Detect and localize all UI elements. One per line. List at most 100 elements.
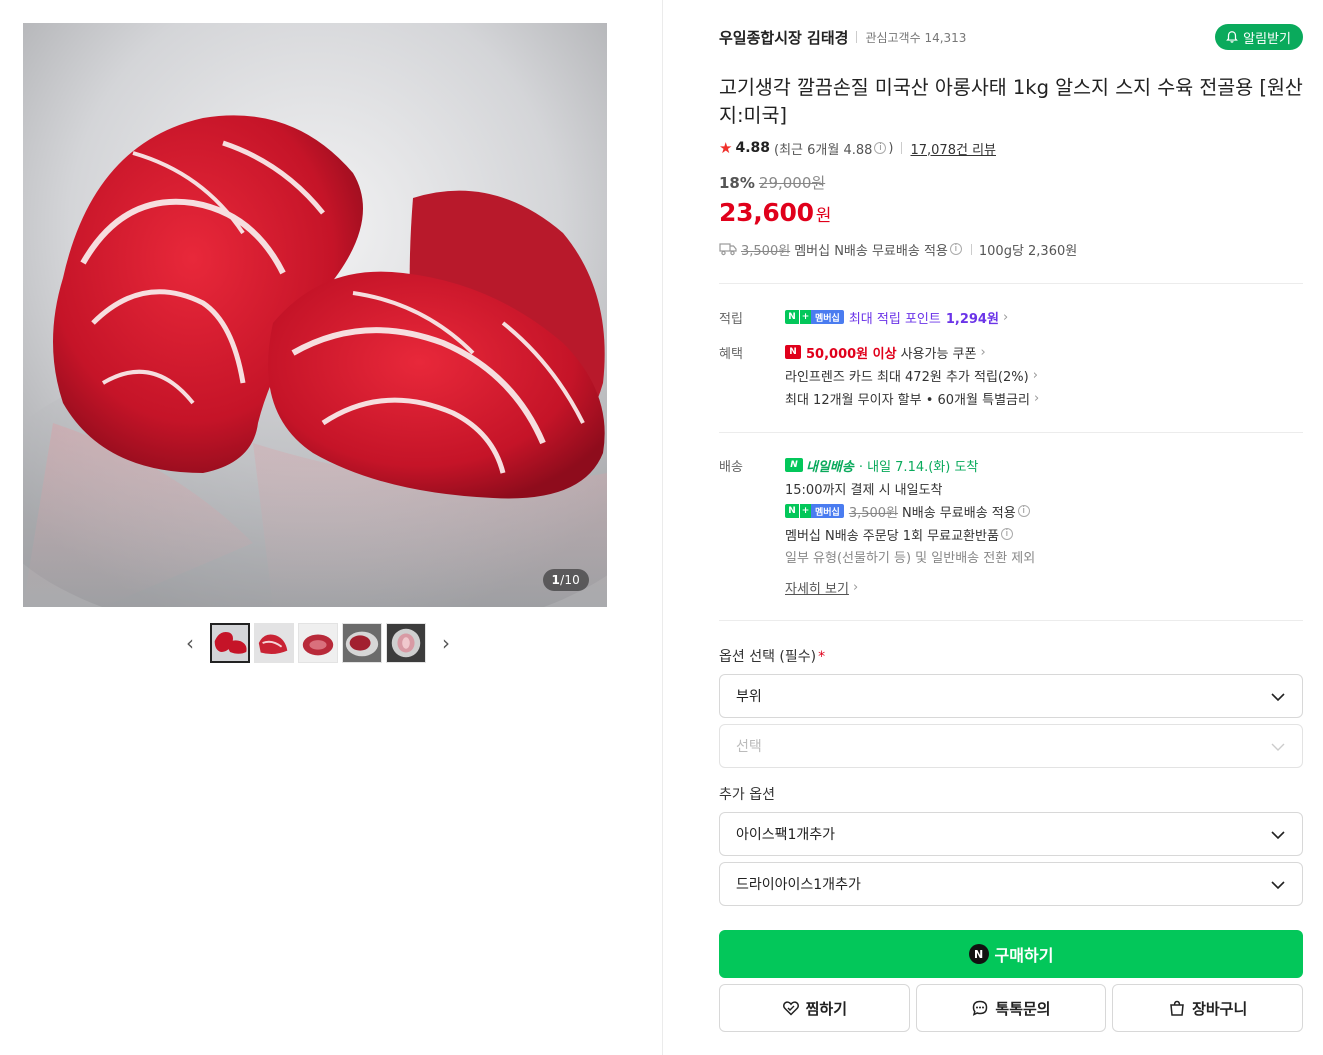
chevron-right-icon: ›: [852, 579, 859, 595]
thumbnail[interactable]: [386, 623, 426, 663]
counter-total: 10: [564, 573, 580, 587]
cart-label: 장바구니: [1192, 999, 1248, 1018]
shopping-bag-icon: [1170, 1000, 1184, 1016]
price-unit: 원: [815, 206, 832, 226]
card-row[interactable]: 라인프렌즈 카드 최대 472원 추가 적립(2%) ›: [785, 365, 1038, 385]
wish-label: 찜하기: [805, 999, 848, 1018]
chevron-down-icon: [1271, 743, 1285, 751]
review-count-link[interactable]: 17,078건 리뷰: [910, 139, 996, 158]
rating-recent-close: ): [888, 140, 894, 156]
installment-row[interactable]: 최대 12개월 무이자 할부 • 60개월 특별금리 ›: [785, 388, 1039, 408]
chevron-left-icon[interactable]: ‹: [180, 623, 200, 663]
coupon-row[interactable]: N 50,000원 이상 사용가능 쿠폰 ›: [785, 342, 986, 362]
divider: [719, 432, 1303, 433]
extra-option-select-1[interactable]: 아이스팩1개추가: [719, 812, 1303, 856]
wish-button[interactable]: 찜하기: [719, 984, 910, 1032]
store-header: 우일종합시장 김태경 관심고객수 14,313 알림받기: [719, 24, 1303, 50]
image-gallery: 1/10 ‹ ›: [23, 23, 607, 663]
required-mark: *: [818, 649, 826, 665]
plus-icon: +: [799, 504, 811, 518]
delivery-label: 배송: [719, 460, 743, 475]
naver-pay-icon: N: [968, 944, 989, 964]
chevron-right-icon: ›: [1002, 309, 1009, 325]
exclusion-text: 일부 유형(선물하기 등) 및 일반배송 전환 제외: [785, 550, 1036, 566]
arrival-date: · 내일 7.14.(화) 도착: [858, 459, 979, 475]
store-name[interactable]: 우일종합시장 김태경: [719, 27, 848, 48]
talk-label: 톡톡문의: [995, 999, 1051, 1018]
talk-inquiry-button[interactable]: 톡톡문의: [915, 984, 1107, 1032]
buy-button[interactable]: N 구매하기: [719, 930, 1303, 978]
thumbnail[interactable]: [342, 623, 382, 663]
counter-current: 1: [551, 573, 561, 587]
product-title: 고기생각 깔끔손질 미국산 아롱사태 1kg 알스지 스지 수육 전골용 [원산…: [719, 76, 1303, 127]
exclusion-row: 일부 유형(선물하기 등) 및 일반배송 전환 제외: [785, 546, 1035, 566]
beef-shank-photo: [23, 23, 607, 607]
extra-option-select-2[interactable]: 드라이아이스1개추가: [719, 862, 1303, 906]
chevron-down-icon: [1271, 831, 1285, 840]
divider: [970, 243, 972, 255]
part-select[interactable]: 부위: [719, 674, 1303, 718]
sale-price: 23,600 원: [719, 198, 831, 227]
thumbnail[interactable]: [210, 623, 250, 663]
divider: [901, 142, 903, 154]
cutoff-text: 15:00까지 결제 시 내일도착: [785, 482, 943, 498]
chevron-right-icon: ›: [1032, 367, 1038, 383]
badge-n: N: [785, 504, 799, 518]
badge-membership: 멤버십: [811, 504, 844, 518]
thumbnail-strip: ‹ ›: [180, 623, 456, 663]
chevron-right-icon: ›: [980, 344, 986, 360]
price-value: 23,600: [719, 198, 814, 227]
info-icon[interactable]: i: [874, 142, 887, 154]
coupon-amount: 50,000원 이상: [806, 346, 897, 362]
thumbnail[interactable]: [254, 623, 294, 663]
panel-divider: [662, 0, 663, 1055]
cart-button[interactable]: 장바구니: [1112, 984, 1304, 1032]
cutoff-row: 15:00까지 결제 시 내일도착: [785, 478, 943, 498]
chevron-down-icon: [1271, 881, 1285, 890]
rating-summary: ★ 4.88 (최근 6개월 4.88 i ) 17,078건 리뷰: [719, 138, 996, 158]
free-shipping-text: N배송 무료배송 적용: [902, 505, 1016, 521]
badge-n: N: [785, 310, 799, 324]
delivery-detail-row[interactable]: 자세히 보기 ›: [785, 577, 858, 597]
secondary-actions: 찜하기 톡톡문의 장바구니: [719, 984, 1304, 1032]
choice-select-placeholder: 선택: [736, 739, 762, 755]
shipping-fee-original: 3,500원: [741, 243, 791, 259]
nplus-membership-badge: N + 멤버십: [785, 310, 844, 324]
original-price: 29,000원: [758, 174, 826, 192]
extra-option-label: 추가 옵션: [719, 787, 775, 803]
info-icon[interactable]: i: [949, 243, 962, 255]
chevron-right-icon[interactable]: ›: [436, 623, 456, 663]
choice-select[interactable]: 선택: [719, 724, 1303, 768]
required-option-label: 옵션 선택 (필수) *: [719, 646, 825, 666]
perks-label: 혜택: [719, 347, 743, 362]
required-option-text: 옵션 선택 (필수): [719, 649, 817, 665]
exchange-text: 멤버십 N배송 주문당 1회 무료교환반품: [785, 528, 999, 544]
product-main-image[interactable]: 1/10: [23, 23, 607, 607]
points-row[interactable]: N + 멤버십 최대 적립 포인트 1,294원 ›: [785, 307, 1008, 327]
detail-link[interactable]: 자세히 보기: [785, 578, 849, 597]
thumbnail[interactable]: [298, 623, 338, 663]
info-icon[interactable]: i: [1000, 528, 1013, 540]
bell-icon: [1226, 31, 1238, 43]
points-value: 1,294원: [945, 311, 999, 327]
store-fan-count: 관심고객수 14,313: [865, 30, 967, 45]
discount-rate: 18%: [719, 173, 755, 192]
part-select-value: 부위: [736, 689, 762, 705]
plus-icon: +: [799, 310, 811, 324]
nplus-membership-badge: N + 멤버십: [785, 504, 844, 518]
points-text: 최대 적립 포인트: [848, 311, 941, 327]
installment-text: 최대 12개월 무이자 할부 • 60개월 특별금리: [785, 392, 1030, 408]
coupon-text: 사용가능 쿠폰: [900, 346, 977, 362]
chevron-right-icon: ›: [1033, 390, 1040, 406]
info-icon[interactable]: i: [1017, 505, 1030, 517]
notify-button[interactable]: 알림받기: [1215, 24, 1303, 50]
unit-price: 100g당 2,360원: [978, 243, 1078, 259]
buy-label: 구매하기: [994, 946, 1054, 965]
notify-label: 알림받기: [1243, 31, 1291, 47]
truck-icon: [719, 243, 737, 256]
naver-n-badge: N: [785, 345, 801, 359]
discount-info: 18% 29,000원: [719, 172, 825, 193]
card-benefit-text: 라인프렌즈 카드 최대 472원 추가 적립(2%): [785, 369, 1029, 385]
shipping-fee-original: 3,500원: [848, 505, 899, 521]
next-day-row: N 내일배송 · 내일 7.14.(화) 도착: [785, 455, 978, 475]
